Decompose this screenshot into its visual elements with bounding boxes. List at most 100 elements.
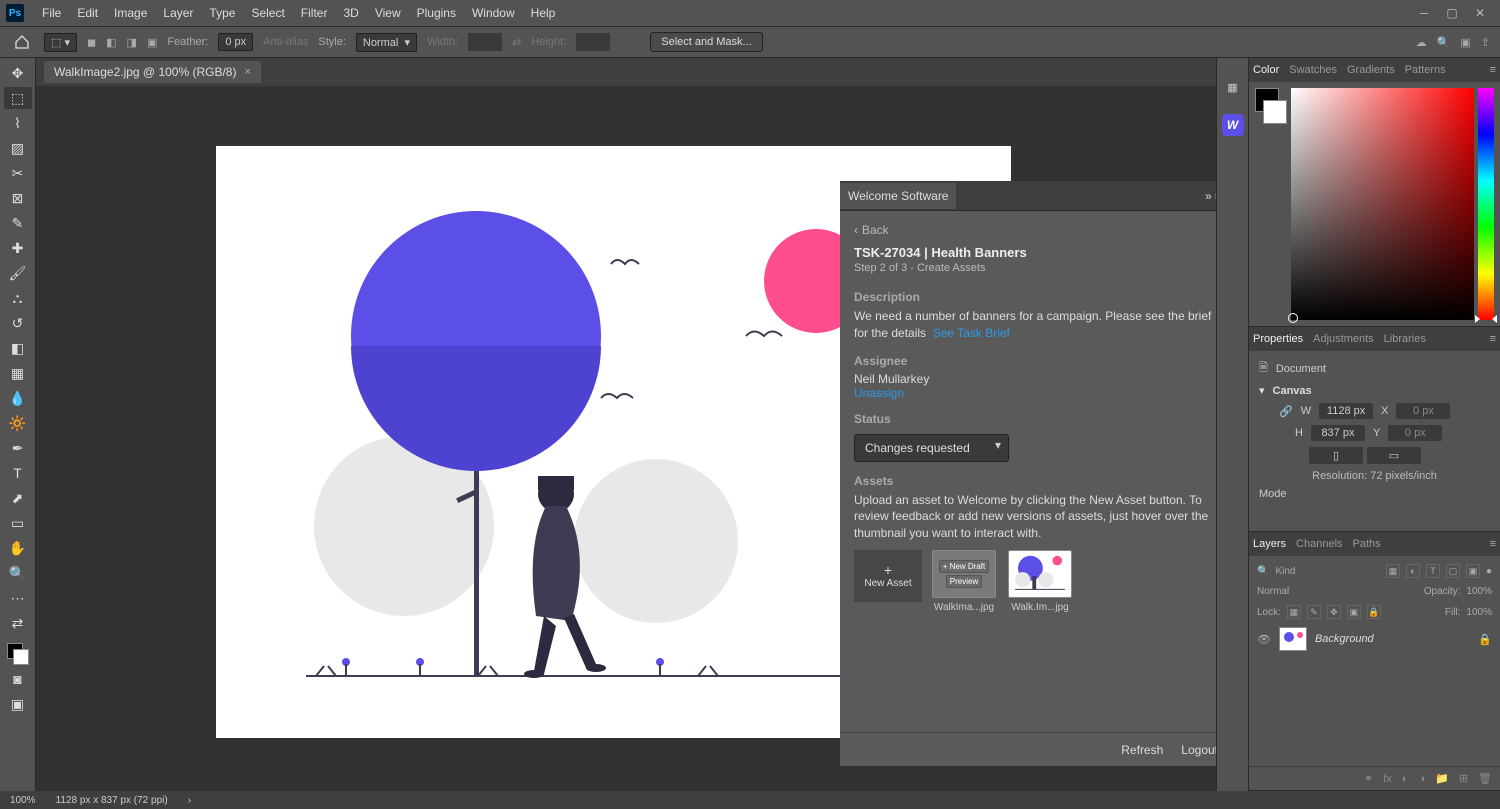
crop-tool[interactable]: ✂	[4, 162, 32, 184]
menu-layer[interactable]: Layer	[155, 6, 201, 20]
menu-plugins[interactable]: Plugins	[409, 6, 464, 20]
menu-filter[interactable]: Filter	[293, 6, 336, 20]
lock-move[interactable]: ✥	[1327, 605, 1341, 619]
selection-mode-new[interactable]: ◼	[87, 36, 96, 49]
zoom-level[interactable]: 100%	[10, 795, 36, 806]
back-button[interactable]: ‹Back	[854, 223, 1216, 237]
screen-mode-toggle[interactable]: ▣	[4, 693, 32, 715]
filter-type[interactable]: T	[1426, 564, 1440, 578]
document-tab[interactable]: WalkImage2.jpg @ 100% (RGB/8) ×	[44, 61, 261, 83]
new-draft-button[interactable]: + New Draft	[939, 560, 989, 573]
unassign-link[interactable]: Unassign	[854, 386, 1216, 400]
new-layer-icon[interactable]: ⊞	[1459, 772, 1468, 785]
panel-menu-icon[interactable]: ≡	[1490, 333, 1496, 345]
feather-input[interactable]: 0 px	[218, 33, 253, 51]
width-value[interactable]: 1128 px	[1319, 403, 1373, 419]
pen-tool[interactable]: ✒	[4, 437, 32, 459]
heal-tool[interactable]: ✚	[4, 237, 32, 259]
tab-color[interactable]: Color	[1253, 64, 1279, 76]
filter-smart[interactable]: ▣	[1466, 564, 1480, 578]
lasso-tool[interactable]: ⌇	[4, 112, 32, 134]
stamp-tool[interactable]: ⛬	[4, 287, 32, 309]
object-select-tool[interactable]: ▨	[4, 137, 32, 159]
kind-filter[interactable]: Kind	[1275, 566, 1295, 577]
group-icon[interactable]: 📁	[1435, 772, 1449, 785]
eraser-tool[interactable]: ◧	[4, 337, 32, 359]
tab-swatches[interactable]: Swatches	[1289, 64, 1337, 76]
home-icon[interactable]	[10, 30, 34, 54]
color-swatch[interactable]	[7, 643, 29, 665]
orientation-portrait[interactable]: ▯	[1309, 447, 1363, 464]
lock-position[interactable]: ✎	[1307, 605, 1321, 619]
tab-properties[interactable]: Properties	[1253, 333, 1303, 345]
logout-button[interactable]: Logout	[1181, 743, 1216, 757]
close-tab-icon[interactable]: ×	[244, 66, 250, 78]
lock-artboard[interactable]: ▣	[1347, 605, 1361, 619]
history-brush-tool[interactable]: ↺	[4, 312, 32, 334]
share-icon[interactable]: ⇪	[1481, 36, 1490, 49]
preview-button[interactable]: Preview	[946, 575, 982, 588]
cloud-docs-icon[interactable]: ☁	[1416, 36, 1427, 49]
panel-menu-icon[interactable]: ≡	[1490, 538, 1496, 550]
link-layers-icon[interactable]: ⚭	[1364, 772, 1373, 785]
color-field[interactable]	[1291, 88, 1474, 320]
tab-adjustments[interactable]: Adjustments	[1313, 333, 1374, 345]
height-value[interactable]: 837 px	[1311, 425, 1365, 441]
tab-patterns[interactable]: Patterns	[1405, 64, 1446, 76]
dodge-tool[interactable]: 🔆	[4, 412, 32, 434]
maximize-button[interactable]: ▢	[1438, 3, 1466, 23]
brush-tool[interactable]: 🖌	[4, 262, 32, 284]
tab-libraries[interactable]: Libraries	[1384, 333, 1426, 345]
asset-thumbnail[interactable]: + New Draft Preview	[932, 550, 996, 598]
type-tool[interactable]: T	[4, 462, 32, 484]
tool-preset[interactable]: ⬚ ▾	[44, 33, 77, 52]
menu-view[interactable]: View	[367, 6, 409, 20]
plugin-tile-icon[interactable]: ▦	[1222, 76, 1244, 98]
status-chevron-icon[interactable]: ›	[188, 795, 191, 806]
workspace-icon[interactable]: ▣	[1460, 36, 1470, 49]
selection-mode-add[interactable]: ◧	[106, 36, 116, 49]
new-asset-button[interactable]: + New Asset	[854, 550, 922, 602]
chevron-down-icon[interactable]: ▾	[1259, 384, 1265, 397]
shape-tool[interactable]: ▭	[4, 512, 32, 534]
tab-gradients[interactable]: Gradients	[1347, 64, 1395, 76]
path-select-tool[interactable]: ⬈	[4, 487, 32, 509]
color-swatch[interactable]	[1255, 88, 1287, 320]
blur-tool[interactable]: 💧	[4, 387, 32, 409]
mask-icon[interactable]: ◐	[1402, 773, 1409, 785]
plugin-collapse-icon[interactable]: » ≡	[1205, 189, 1216, 203]
panel-menu-icon[interactable]: ≡	[1490, 64, 1496, 76]
search-icon[interactable]: 🔍	[1257, 566, 1269, 577]
menu-select[interactable]: Select	[243, 6, 292, 20]
hue-slider[interactable]	[1478, 88, 1494, 320]
fx-icon[interactable]: fx	[1383, 773, 1392, 785]
selection-mode-intersect[interactable]: ▣	[147, 36, 157, 49]
gradient-tool[interactable]: ▦	[4, 362, 32, 384]
menu-type[interactable]: Type	[201, 6, 243, 20]
zoom-tool[interactable]: 🔍	[4, 562, 32, 584]
selection-mode-subtract[interactable]: ◨	[127, 36, 137, 49]
orientation-landscape[interactable]: ▭	[1367, 447, 1421, 464]
canvas-area[interactable]: Welcome Software » ≡ ‹Back TSK-27034 | H…	[36, 86, 1216, 791]
tab-paths[interactable]: Paths	[1353, 538, 1381, 550]
tab-layers[interactable]: Layers	[1253, 538, 1286, 550]
menu-file[interactable]: File	[34, 6, 69, 20]
asset-thumbnail[interactable]	[1008, 550, 1072, 598]
filter-toggle[interactable]: ●	[1486, 566, 1492, 577]
hand-tool[interactable]: ✋	[4, 537, 32, 559]
select-and-mask-button[interactable]: Select and Mask...	[650, 32, 763, 52]
menu-help[interactable]: Help	[523, 6, 564, 20]
menu-3d[interactable]: 3D	[335, 6, 366, 20]
quick-mask-toggle[interactable]: ◙	[4, 668, 32, 690]
filter-adjust[interactable]: ◐	[1406, 564, 1420, 578]
visibility-toggle[interactable]: 👁	[1257, 633, 1271, 646]
filter-pixel[interactable]: ▦	[1386, 564, 1400, 578]
edit-toolbar[interactable]: ⇄	[4, 612, 32, 634]
move-tool[interactable]: ✥	[4, 62, 32, 84]
style-select[interactable]: Normal ▾	[356, 33, 417, 52]
link-dims-icon[interactable]: 🔗	[1279, 405, 1293, 418]
status-select[interactable]: Changes requested	[854, 434, 1009, 462]
menu-image[interactable]: Image	[106, 6, 155, 20]
extras-toggle[interactable]: ⋯	[4, 587, 32, 609]
lock-pixels[interactable]: ▦	[1287, 605, 1301, 619]
